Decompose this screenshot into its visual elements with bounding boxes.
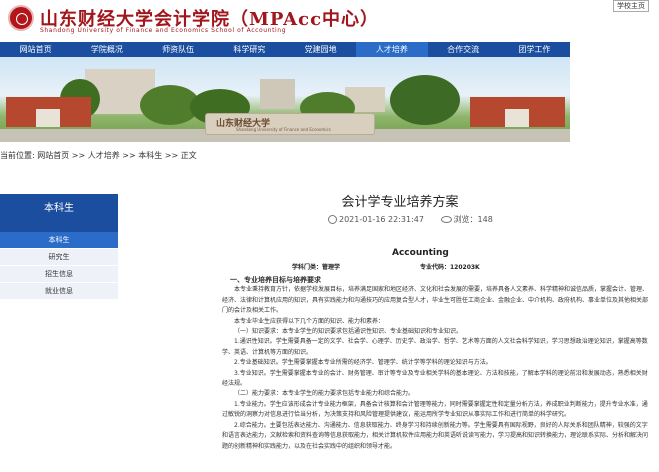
body-paragraph: 3.专业知识。学生需要掌握本专业的会计、财务管理、审计等专业及专业相关学科的基本… [222, 369, 648, 388]
body-paragraph: 2.专业基础知识。学生需要掌握本专业所需的经济学、管理学、统计学等学科的理论知识… [234, 359, 492, 367]
nav-item-talent[interactable]: 人才培养 [356, 42, 428, 57]
main-nav: 网站首页 学院概况 师资队伍 科学研究 党建园地 人才培养 合作交流 团学工作 [0, 42, 570, 57]
nav-item-party[interactable]: 党建园地 [285, 42, 356, 57]
major-english-name: Accounting [392, 248, 449, 258]
body-paragraph: （二）能力要求：本专业学生的能力要求包括专业能力和综合能力。 [234, 390, 415, 398]
university-home-link[interactable]: 学校主页 [613, 0, 649, 12]
article-body: 一、专业培养目标与培养要求本专业秉持教育方针，依据学校发展目标，培养满足国家和地… [222, 275, 652, 452]
nav-item-overview[interactable]: 学院概况 [71, 42, 142, 57]
gate-structure [470, 97, 565, 127]
site-subtitle: Shandong University of Finance and Econo… [40, 27, 287, 34]
body-paragraph: 2.综合能力。主要包括表达能力、沟通能力、信息获取能力、终身学习和持续创新能力等… [222, 421, 649, 450]
sidebar-item-employment[interactable]: 就业信息 [0, 283, 118, 300]
campus-banner-image: 山东财经大学 Shandong University of Finance an… [0, 57, 570, 142]
nav-item-research[interactable]: 科学研究 [214, 42, 285, 57]
article-date: 2021-01-16 22:31:47 [339, 215, 424, 224]
section-heading: 一、专业培养目标与培养要求 [230, 276, 321, 284]
sidebar-title: 本科生 [0, 194, 118, 232]
eye-icon [440, 216, 452, 223]
article-title: 会计学专业培养方案 [341, 195, 459, 210]
article-meta: 2021-01-16 22:31:47 浏览：148 [328, 214, 493, 225]
body-paragraph: 1.专业能力。学生应该形成会计专业能力框架，具备会计核算和会计管理等能力，同时需… [222, 400, 648, 419]
views-label: 浏览： [453, 215, 478, 224]
body-paragraph: 本专业毕业生应获得以下几个方面的知识、能力和素养： [234, 317, 385, 325]
building-shape [260, 79, 295, 109]
breadcrumb: 当前位置: 网站首页 >> 人才培养 >> 本科生 >> 正文 [0, 151, 197, 160]
gate-structure [6, 97, 91, 127]
sidebar: 本科生 本科生 研究生 招生信息 就业信息 [0, 194, 118, 300]
clock-icon [328, 215, 337, 224]
major-code: 专业代码：120203K [420, 264, 480, 271]
body-paragraph: （一）知识要求：本专业学生的知识要求包括通识性知识、专业基础知识和专业知识。 [234, 328, 463, 336]
university-stone: 山东财经大学 Shandong University of Finance an… [205, 113, 375, 135]
nav-item-home[interactable]: 网站首页 [0, 42, 71, 57]
nav-item-league[interactable]: 团学工作 [499, 42, 570, 57]
nav-item-faculty[interactable]: 师资队伍 [143, 42, 214, 57]
stone-inscription-sub: Shandong University of Finance and Econo… [236, 127, 331, 132]
university-emblem-icon[interactable] [8, 5, 34, 31]
sidebar-item-undergraduate[interactable]: 本科生 [0, 232, 118, 249]
subject-category: 学科门类：管理学 [292, 264, 341, 271]
sidebar-item-graduate[interactable]: 研究生 [0, 249, 118, 266]
views-count: 148 [477, 215, 493, 224]
sidebar-item-admission[interactable]: 招生信息 [0, 266, 118, 283]
tree-shape [390, 75, 460, 125]
site-header: 山东财经大学会计学院（MPAcc中心） Shandong University … [0, 0, 659, 42]
body-paragraph: 1.通识性知识。学生需要具备一定的文学、社会学、心理学、历史学、政治学、哲学、艺… [222, 338, 648, 356]
nav-item-cooperation[interactable]: 合作交流 [428, 42, 499, 57]
body-paragraph: 本专业秉持教育方针，依据学校发展目标，培养满足国家和地区经济、文化和社会发展的需… [222, 286, 649, 315]
